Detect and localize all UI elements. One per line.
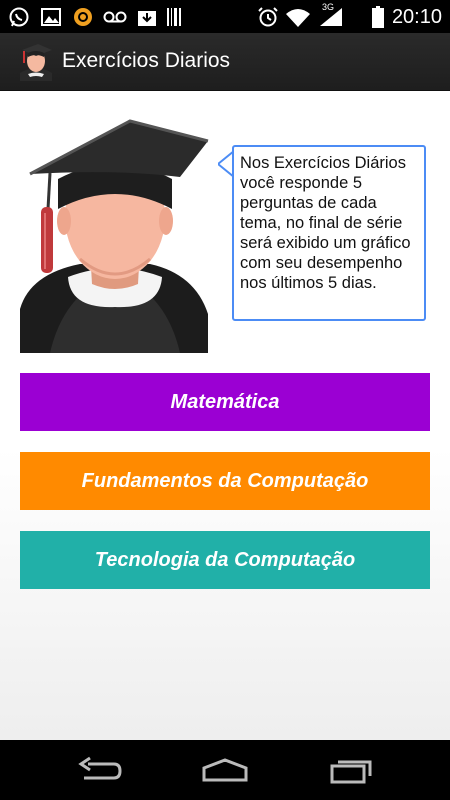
wifi-icon — [286, 9, 310, 27]
action-bar: Exercícios Diarios — [0, 33, 450, 91]
battery-icon — [372, 6, 384, 28]
signal-icon — [320, 8, 342, 26]
download-icon — [138, 11, 156, 26]
voicemail-icon — [103, 11, 127, 23]
barcode-icon — [167, 8, 181, 26]
fundamentos-computacao-button[interactable]: Fundamentos da Computação — [20, 452, 430, 510]
tecnologia-computacao-button[interactable]: Tecnologia da Computação — [20, 531, 430, 589]
graduate-mascot-image — [20, 119, 209, 353]
whatsapp-icon — [9, 7, 29, 27]
alarm-icon — [258, 7, 278, 27]
intro-text: Nos Exercícios Diários você responde 5 p… — [240, 154, 411, 292]
intro-speech-bubble: Nos Exercícios Diários você responde 5 p… — [232, 145, 426, 321]
home-icon[interactable] — [200, 756, 250, 784]
back-icon[interactable] — [78, 756, 122, 784]
record-icon — [74, 8, 92, 26]
status-clock: 20:10 — [391, 6, 442, 28]
matematica-button[interactable]: Matemática — [20, 373, 430, 431]
navigation-bar — [0, 740, 450, 800]
status-bar: 3G 20:10 — [0, 0, 450, 33]
image-icon — [41, 8, 61, 26]
graduate-avatar-icon — [20, 44, 52, 81]
recent-apps-icon[interactable] — [328, 756, 374, 784]
main-content: Nos Exercícios Diários você responde 5 p… — [0, 91, 450, 740]
page-title: Exercícios Diarios — [62, 49, 231, 72]
